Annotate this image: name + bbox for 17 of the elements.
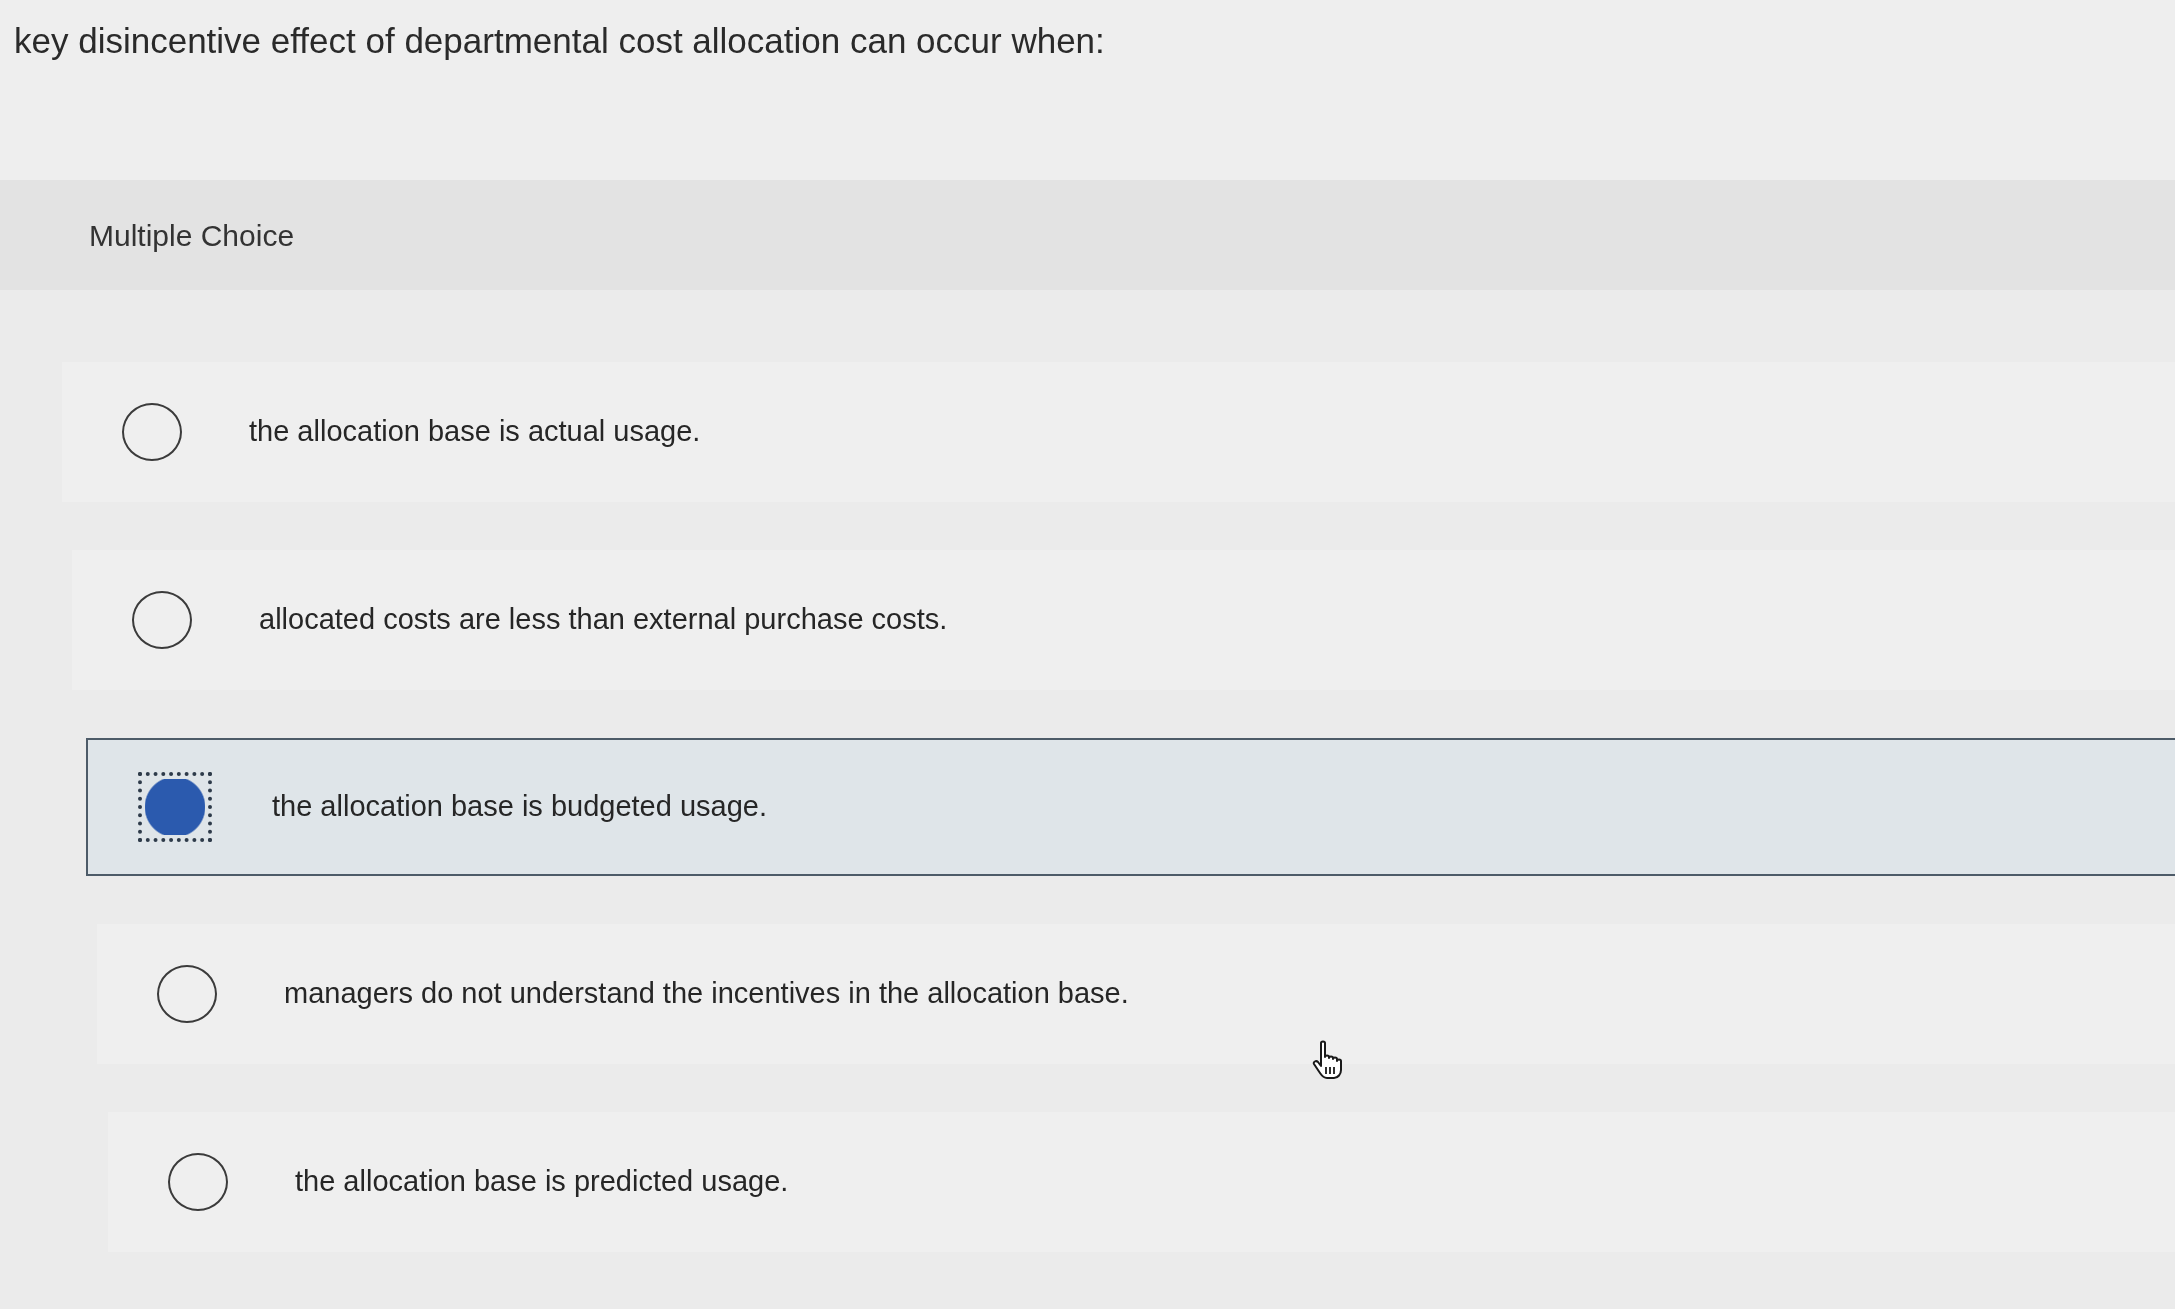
selected-option-row[interactable]: the allocation base is budgeted usage. xyxy=(86,738,2175,876)
section-label: Multiple Choice xyxy=(89,217,295,254)
option-text: the allocation base is predicted usage. xyxy=(295,1164,789,1200)
option-row[interactable]: managers do not understand the incentives in the allocation base. xyxy=(97,924,2175,1064)
question-text: key disincentive effect of departmental cost allocation can occur when: xyxy=(14,20,1106,62)
option-text: allocated costs are less than external purchase costs. xyxy=(259,602,948,638)
radio-button[interactable] xyxy=(122,403,182,461)
option-row[interactable]: the allocation base is actual usage. xyxy=(62,362,2175,502)
option-text: the allocation base is budgeted usage. xyxy=(272,789,767,825)
radio-button[interactable] xyxy=(157,965,217,1023)
option-text: the allocation base is actual usage. xyxy=(249,414,701,450)
option-row[interactable]: allocated costs are less than external purchase costs. xyxy=(72,550,2175,690)
radio-button[interactable] xyxy=(138,772,212,842)
option-row[interactable]: the allocation base is predicted usage. xyxy=(108,1112,2175,1252)
radio-button[interactable] xyxy=(132,591,192,649)
option-text: managers do not understand the incentives in the allocation base. xyxy=(284,976,1129,1012)
radio-button[interactable] xyxy=(168,1153,228,1211)
